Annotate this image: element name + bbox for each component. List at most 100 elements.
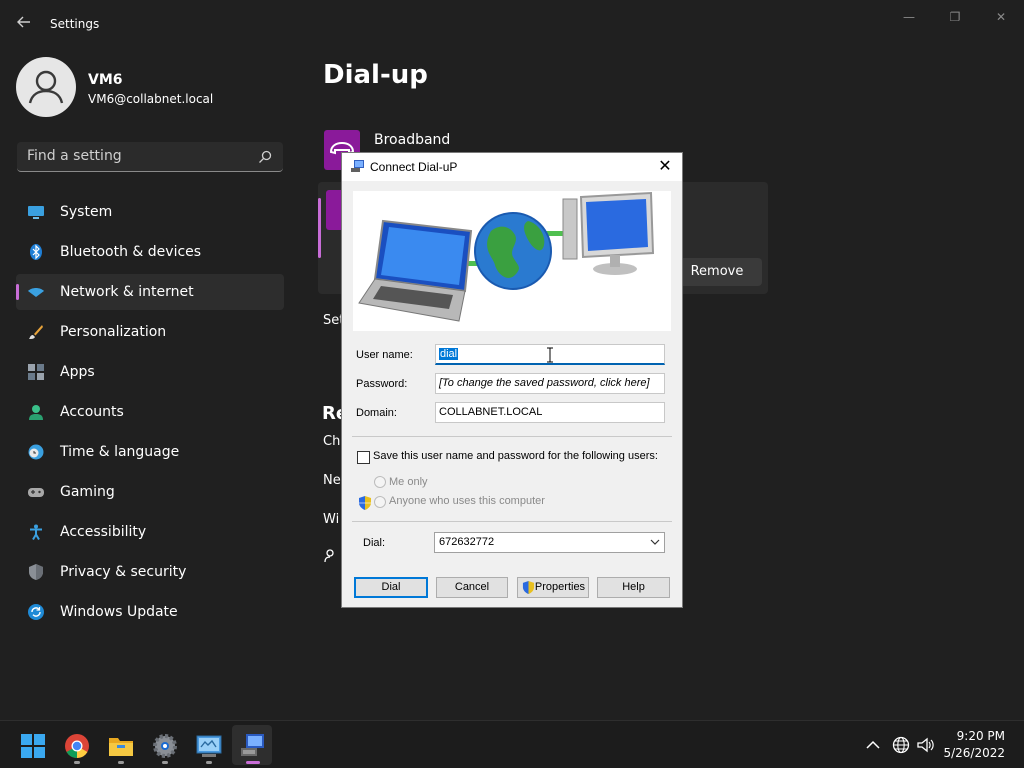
password-field[interactable]: [To change the saved password, click her… — [435, 373, 665, 394]
search-input[interactable]: Find a setting — [27, 148, 122, 164]
chevron-down-icon — [650, 539, 660, 545]
sidebar-item-label: Network & internet — [60, 284, 194, 300]
back-button[interactable] — [14, 14, 34, 34]
sidebar-item-apps[interactable]: Apps — [16, 354, 284, 390]
running-indicator — [162, 761, 168, 764]
chrome-icon[interactable] — [64, 733, 90, 759]
clock-time[interactable]: 9:20 PM — [957, 729, 1005, 743]
related-link-partial[interactable]: Wi — [323, 512, 339, 527]
control-panel-icon[interactable] — [196, 733, 222, 759]
start-icon[interactable] — [20, 733, 46, 759]
globe-clock-icon — [28, 444, 44, 460]
sidebar-item-time-language[interactable]: Time & language — [16, 434, 284, 470]
clock-date[interactable]: 5/26/2022 — [943, 746, 1005, 760]
selection-accent — [318, 198, 321, 258]
domain-label: Domain: — [356, 407, 397, 419]
radio-anyone-label: Anyone who uses this computer — [389, 495, 545, 507]
wifi-icon — [28, 288, 44, 297]
user-name: VM6 — [88, 72, 123, 88]
dialup-connection-icon — [351, 160, 364, 172]
chevron-up-icon[interactable] — [864, 736, 882, 754]
help-button[interactable]: Help — [597, 577, 670, 598]
avatar[interactable] — [16, 57, 76, 117]
save-credentials-label[interactable]: Save this user name and password for the… — [373, 450, 658, 462]
brush-icon — [29, 325, 43, 339]
divider — [352, 521, 672, 522]
dial-number-select[interactable]: 672632772 — [434, 532, 665, 553]
sidebar-item-label: Accessibility — [60, 524, 147, 540]
sidebar-item-gaming[interactable]: Gaming — [16, 474, 284, 510]
connection-name: Broadband — [374, 132, 451, 148]
person-icon — [29, 405, 43, 420]
sidebar-item-label: System — [60, 204, 113, 220]
related-link-partial[interactable]: Ch — [323, 434, 340, 449]
maximize-button[interactable]: ❐ — [940, 8, 970, 26]
person-icon — [28, 70, 64, 104]
radio-me-only-label: Me only — [389, 476, 428, 488]
search-box[interactable]: Find a setting — [17, 142, 283, 172]
dial-button[interactable]: Dial — [354, 577, 428, 598]
save-credentials-checkbox[interactable] — [357, 451, 370, 464]
remove-button[interactable]: Remove — [672, 258, 762, 286]
gamepad-icon — [28, 488, 44, 497]
minimize-button[interactable]: — — [894, 8, 924, 26]
password-label: Password: — [356, 378, 408, 390]
close-icon[interactable]: ✕ — [654, 156, 676, 178]
uac-shield-icon — [359, 496, 371, 510]
domain-field[interactable]: COLLABNET.LOCAL — [435, 402, 665, 423]
sidebar-item-label: Bluetooth & devices — [60, 244, 202, 260]
close-window-button[interactable]: ✕ — [986, 8, 1016, 26]
username-value: dial — [439, 348, 459, 360]
active-indicator — [246, 761, 260, 764]
apps-icon — [28, 364, 44, 380]
app-title: Settings — [50, 17, 100, 31]
sidebar-item-bluetooth[interactable]: Bluetooth & devices — [16, 234, 284, 270]
properties-button[interactable]: Properties — [517, 577, 589, 598]
radio-me-only[interactable] — [374, 476, 386, 488]
settings-icon[interactable] — [152, 733, 178, 759]
sidebar-item-label: Privacy & security — [60, 564, 187, 580]
dialog-titlebar[interactable]: Connect Dial-uP ✕ — [342, 153, 682, 181]
username-field[interactable]: dial — [435, 344, 665, 365]
sidebar-item-label: Gaming — [60, 484, 115, 500]
globe-icon — [474, 212, 552, 290]
uac-shield-icon — [522, 581, 535, 594]
sidebar-item-accounts[interactable]: Accounts — [16, 394, 284, 430]
sidebar-item-system[interactable]: System — [16, 194, 284, 230]
desktop-computer-icon — [562, 191, 655, 275]
dial-label: Dial: — [363, 537, 386, 549]
cancel-button[interactable]: Cancel — [436, 577, 508, 598]
radio-anyone[interactable] — [374, 496, 386, 508]
sidebar-item-network[interactable]: Network & internet — [16, 274, 284, 310]
laptop-icon — [358, 219, 473, 322]
dialup-connection-icon[interactable] — [240, 733, 266, 759]
shield-icon — [29, 564, 43, 580]
sidebar-item-personalization[interactable]: Personalization — [16, 314, 284, 350]
search-icon[interactable] — [257, 149, 273, 165]
arrow-left-icon — [17, 16, 30, 28]
network-globe-icon[interactable] — [892, 736, 910, 754]
running-indicator — [74, 761, 80, 764]
sidebar-item-privacy[interactable]: Privacy & security — [16, 554, 284, 590]
dial-number-value: 672632772 — [439, 536, 495, 548]
connection-banner-image — [353, 191, 671, 331]
sidebar-item-label: Windows Update — [60, 604, 178, 620]
sidebar-nav: System Bluetooth & devices Network & int… — [16, 194, 284, 634]
sidebar-item-label: Apps — [60, 364, 95, 380]
page-title: Dial-up — [323, 60, 428, 90]
divider — [352, 436, 672, 437]
related-link-partial[interactable]: Ne — [323, 473, 341, 488]
help-person-icon[interactable] — [324, 548, 340, 564]
running-indicator — [118, 761, 124, 764]
accessibility-icon — [30, 524, 42, 540]
sidebar-item-accessibility[interactable]: Accessibility — [16, 514, 284, 550]
file-explorer-icon[interactable] — [108, 733, 134, 759]
volume-icon[interactable] — [917, 736, 935, 754]
taskbar: 9:20 PM 5/26/2022 — [0, 720, 1024, 768]
settings-titlebar: Settings — ❐ ✕ — [0, 0, 1024, 48]
dialog-title: Connect Dial-uP — [370, 160, 458, 174]
text-cursor-icon — [547, 347, 553, 363]
running-indicator — [206, 761, 212, 764]
sidebar-item-windows-update[interactable]: Windows Update — [16, 594, 284, 630]
sidebar-item-label: Accounts — [60, 404, 124, 420]
